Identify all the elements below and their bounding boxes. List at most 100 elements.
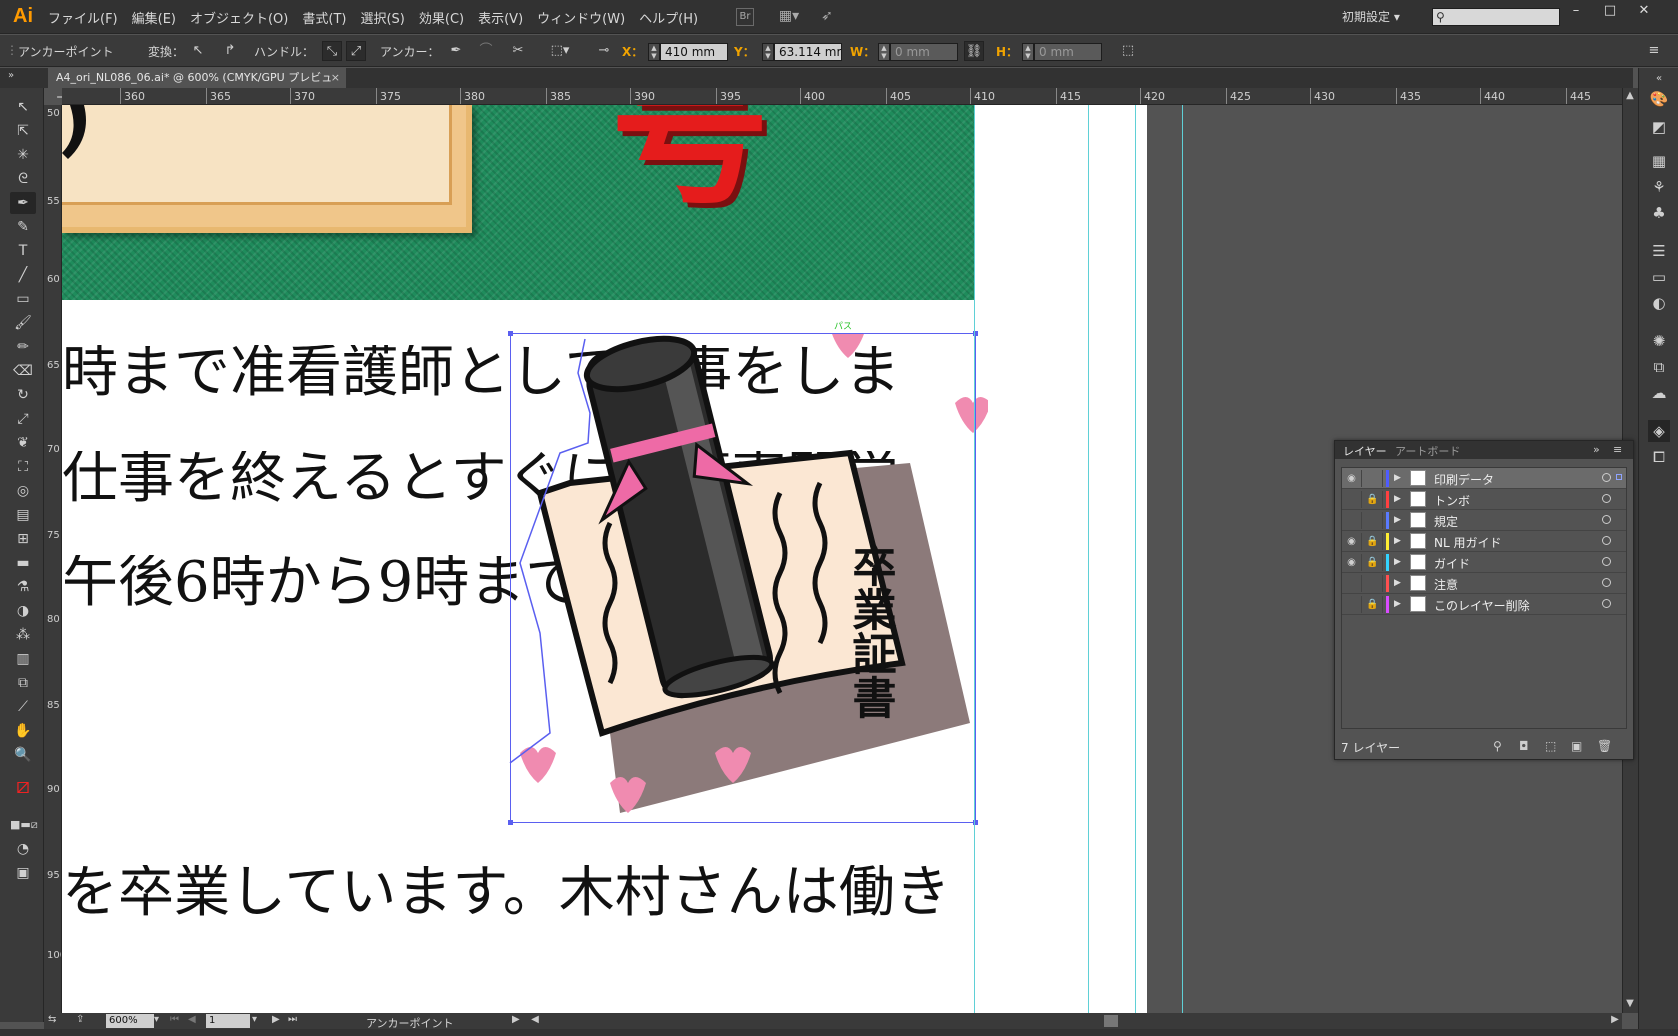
screen-mode-icon[interactable]: ▣ — [10, 862, 36, 884]
color-mode-icon[interactable]: ■▬⧄ — [10, 814, 38, 836]
convert-to-smooth-icon[interactable]: ↱ — [220, 41, 240, 61]
draw-mode-icon[interactable]: ◔ — [10, 838, 36, 860]
guide-line[interactable] — [1182, 105, 1183, 1013]
swatches-icon[interactable]: ▦ — [1648, 150, 1670, 172]
document-tab[interactable]: A4_ori_NL086_06.ai* @ 600% (CMYK/GPU プレビ… — [48, 68, 346, 104]
color-guide-icon[interactable]: ◩ — [1648, 116, 1670, 138]
show-handles-icon[interactable]: ⤡ — [322, 41, 342, 61]
layer-name[interactable]: 注意 — [1434, 576, 1458, 593]
visibility-eye-icon[interactable] — [1342, 596, 1362, 613]
bridge-icon[interactable]: Br — [736, 8, 754, 26]
transform-icon[interactable]: ⬚ — [1118, 41, 1138, 61]
zoom-level-field[interactable]: 600% — [106, 1014, 154, 1028]
visibility-eye-icon[interactable]: ◉ — [1342, 554, 1362, 571]
eraser-tool-icon[interactable]: ⌫ — [10, 360, 36, 382]
expand-arrow-icon[interactable]: ▶ — [1394, 470, 1401, 487]
restore-button[interactable]: □ — [1594, 2, 1626, 20]
first-artboard-icon[interactable]: ⏮ — [170, 1014, 179, 1025]
layer-row[interactable]: ◉ 🔒 ▶ ガイド — [1342, 552, 1626, 573]
y-field[interactable]: 63.114 mm — [774, 43, 842, 61]
tab-layers[interactable]: レイヤー — [1343, 443, 1387, 459]
layer-name[interactable]: 規定 — [1434, 513, 1458, 530]
lock-icon[interactable]: 🔒 — [1363, 554, 1383, 571]
collapse-toolbar-icon[interactable]: » — [8, 70, 14, 81]
h-field[interactable]: 0 mm — [1034, 43, 1102, 61]
scroll-left-icon[interactable]: ◀ — [528, 1014, 542, 1025]
layer-row[interactable]: ◉ 🔒 ▶ NL 用ガイド — [1342, 531, 1626, 552]
lock-icon[interactable]: 🔒 — [1363, 491, 1383, 508]
lock-icon[interactable]: 🔒 — [1363, 533, 1383, 550]
expand-arrow-icon[interactable]: ▶ — [1394, 596, 1401, 613]
bbox-handle[interactable] — [508, 331, 513, 336]
menu-window[interactable]: ウィンドウ(W) — [537, 8, 625, 27]
stroke-icon[interactable]: ☰ — [1648, 240, 1670, 262]
target-circle-icon[interactable] — [1602, 515, 1611, 524]
free-transform-tool-icon[interactable]: ⛶ — [10, 456, 36, 478]
gpu-performance-icon[interactable]: ➶ — [818, 8, 836, 26]
lasso-tool-icon[interactable]: ᘓ — [10, 168, 36, 190]
visibility-eye-icon[interactable]: ◉ — [1342, 470, 1362, 487]
menu-edit[interactable]: 編集(E) — [132, 8, 176, 27]
rectangle-tool-icon[interactable]: ▭ — [10, 288, 36, 310]
lock-icon[interactable]: 🔒 — [1363, 596, 1383, 613]
visibility-eye-icon[interactable]: ◉ — [1342, 533, 1362, 550]
previous-artboard-icon[interactable]: ◀ — [188, 1014, 196, 1025]
selection-indicator-icon[interactable] — [1616, 474, 1622, 480]
workspace-switcher[interactable]: 初期設定 ▾ — [1342, 8, 1400, 25]
expand-panels-icon[interactable]: « — [1648, 68, 1670, 90]
color-panel-icon[interactable]: 🎨 — [1648, 88, 1670, 110]
zoom-dropdown-icon[interactable]: ▾ — [154, 1014, 159, 1025]
layer-name[interactable]: このレイヤー削除 — [1434, 597, 1530, 614]
control-menu-icon[interactable]: ≡ — [1644, 41, 1664, 61]
layers-icon[interactable]: ◈ — [1648, 420, 1670, 442]
selection-tool-icon[interactable]: ↖ — [10, 96, 36, 118]
layer-row[interactable]: 🔒 ▶ トンボ — [1342, 489, 1626, 510]
expand-arrow-icon[interactable]: ▶ — [1394, 491, 1401, 508]
remove-anchor-icon[interactable]: ✒ — [446, 41, 466, 61]
visibility-eye-icon[interactable] — [1342, 575, 1362, 592]
slice-tool-icon[interactable]: ⟋ — [10, 696, 36, 718]
layer-row[interactable]: ▶ 注意 — [1342, 573, 1626, 594]
make-clipping-mask-icon[interactable]: ◘ — [1519, 739, 1529, 753]
menu-help[interactable]: ヘルプ(H) — [639, 8, 698, 27]
pen-tool-icon[interactable]: ✒ — [10, 192, 36, 214]
perspective-grid-tool-icon[interactable]: ▤ — [10, 504, 36, 526]
visibility-eye-icon[interactable] — [1342, 512, 1362, 529]
connect-anchor-icon[interactable]: ⌒ — [476, 41, 496, 61]
hand-tool-icon[interactable]: ✋ — [10, 720, 36, 742]
rotate-tool-icon[interactable]: ↻ — [10, 384, 36, 406]
graph-tool-icon[interactable]: ▥ — [10, 648, 36, 670]
hide-handles-icon[interactable]: ⤢ — [346, 41, 366, 61]
expand-arrow-icon[interactable]: ▶ — [1394, 554, 1401, 571]
h-spinner[interactable]: ▲ ▼ — [1022, 43, 1034, 61]
expand-arrow-icon[interactable]: ▶ — [1394, 575, 1401, 592]
isolate-icon[interactable]: ⬚▾ — [550, 41, 570, 61]
symbols-icon[interactable]: ♣ — [1648, 202, 1670, 224]
panel-menu-icon[interactable]: ≡ — [1613, 443, 1622, 456]
warp-tool-icon[interactable]: ❦ — [10, 432, 36, 454]
link-icon[interactable]: ⛓ — [964, 41, 984, 61]
layer-name[interactable]: ガイド — [1434, 555, 1470, 572]
x-field[interactable]: 410 mm — [660, 43, 728, 61]
layer-row[interactable]: ◉ ▶ 印刷データ — [1342, 468, 1626, 489]
w-spinner[interactable]: ▲ ▼ — [878, 43, 890, 61]
menu-object[interactable]: オブジェクト(O) — [190, 8, 288, 27]
brushes-icon[interactable]: ⚘ — [1648, 176, 1670, 198]
menu-type[interactable]: 書式(T) — [302, 8, 346, 27]
scale-tool-icon[interactable]: ⤢ — [10, 408, 36, 430]
layer-row[interactable]: 🔒 ▶ このレイヤー削除 — [1342, 594, 1626, 615]
layer-row[interactable]: ▶ 規定 — [1342, 510, 1626, 531]
tab-artboards[interactable]: アートボード — [1395, 443, 1460, 459]
guide-line[interactable] — [1135, 105, 1136, 1013]
type-tool-icon[interactable]: T — [10, 240, 36, 262]
lock-icon[interactable] — [1363, 470, 1383, 487]
new-sublayer-icon[interactable]: ⬚ — [1545, 739, 1556, 753]
symbol-sprayer-tool-icon[interactable]: ⁂ — [10, 624, 36, 646]
horizontal-ruler[interactable]: 360 365 370 375 380 385 390 395 400 405 … — [62, 88, 1622, 105]
scroll-up-icon[interactable]: ▲ — [1623, 90, 1637, 101]
target-circle-icon[interactable] — [1602, 473, 1611, 482]
arrange-documents-icon[interactable]: ▦▾ — [776, 8, 802, 26]
eyedropper-tool-icon[interactable]: ⚗ — [10, 576, 36, 598]
appearance-icon[interactable]: ✺ — [1648, 330, 1670, 352]
blend-tool-icon[interactable]: ◑ — [10, 600, 36, 622]
